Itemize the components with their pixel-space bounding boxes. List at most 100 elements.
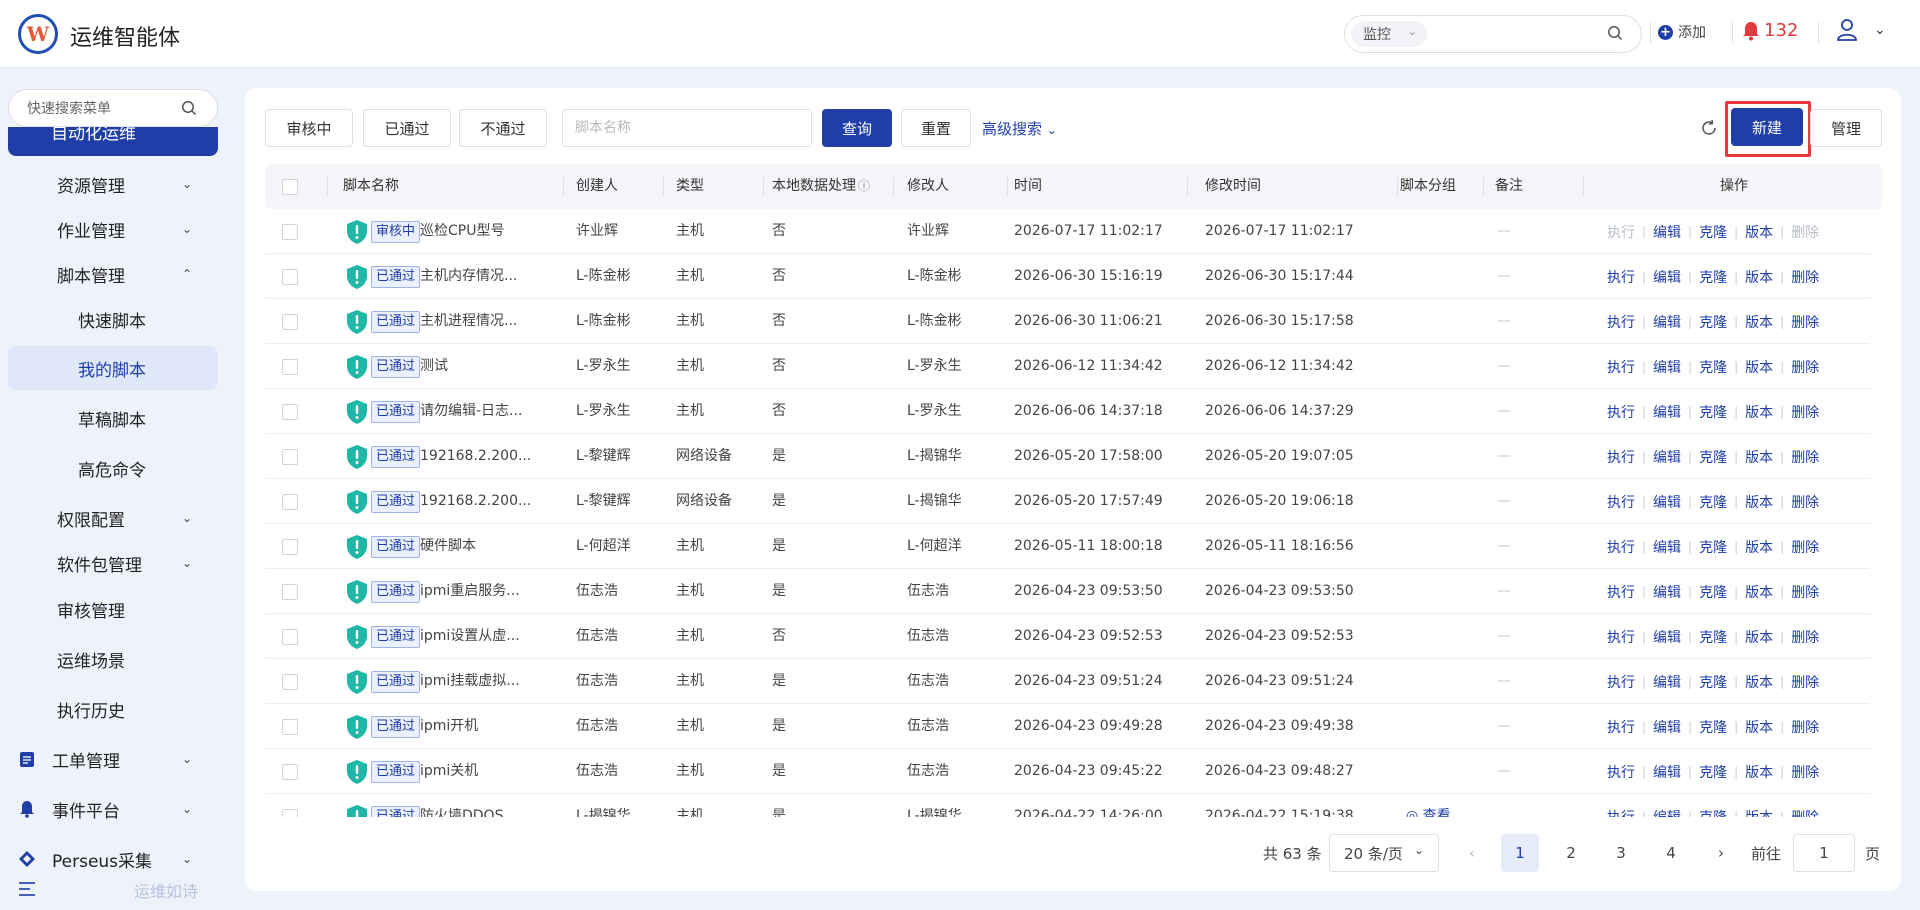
table-row[interactable]: 已通过 主机内存情况... L-陈金彬 主机 否 L-陈金彬 2026-06-30 15:1…	[265, 254, 1870, 299]
script-name[interactable]: ipmi挂载虚拟...	[420, 659, 520, 704]
delete-link[interactable]: 删除	[1791, 627, 1819, 647]
row-checkbox[interactable]	[282, 224, 298, 240]
delete-link[interactable]: 删除	[1791, 267, 1819, 287]
execute-link[interactable]: 执行	[1607, 447, 1635, 467]
delete-link[interactable]: 删除	[1791, 672, 1819, 692]
global-search[interactable]: 监控 ⌄	[1344, 15, 1642, 53]
table-row[interactable]: 已通过 ipmi设置从虚... 伍志浩 主机 否 伍志浩 2026-04-23 09:52:…	[265, 614, 1870, 659]
clone-link[interactable]: 克隆	[1699, 357, 1727, 377]
script-name[interactable]: ipmi开机	[420, 704, 478, 749]
delete-link[interactable]: 删除	[1791, 582, 1819, 602]
sidebar-item-ticket[interactable]: 工单管理 ⌄	[0, 739, 228, 779]
execute-link[interactable]: 执行	[1607, 267, 1635, 287]
sidebar-item-history[interactable]: 执行历史	[0, 689, 228, 729]
version-link[interactable]: 版本	[1745, 672, 1773, 692]
execute-link[interactable]: 执行	[1607, 222, 1635, 242]
alert-button[interactable]: 132	[1742, 20, 1798, 41]
execute-link[interactable]: 执行	[1607, 492, 1635, 512]
edit-link[interactable]: 编辑	[1653, 537, 1681, 557]
table-row[interactable]: 已通过 测试 L-罗永生 主机 否 L-罗永生 2026-06-12 11:34:42 202…	[265, 344, 1870, 389]
filter-tab-approved[interactable]: 已通过	[363, 109, 451, 147]
row-checkbox[interactable]	[282, 494, 298, 510]
table-row[interactable]: 已通过 请勿编辑-日志... L-罗永生 主机 否 L-罗永生 2026-06-06 14:…	[265, 389, 1870, 434]
clone-link[interactable]: 克隆	[1699, 402, 1727, 422]
edit-link[interactable]: 编辑	[1653, 672, 1681, 692]
reset-button[interactable]: 重置	[901, 109, 971, 147]
clone-link[interactable]: 克隆	[1699, 672, 1727, 692]
delete-link[interactable]: 删除	[1791, 447, 1819, 467]
script-group[interactable]: ◎ 查看	[1406, 794, 1451, 817]
delete-link[interactable]: 删除	[1791, 312, 1819, 332]
edit-link[interactable]: 编辑	[1653, 447, 1681, 467]
filter-tab-rejected[interactable]: 不通过	[459, 109, 547, 147]
execute-link[interactable]: 执行	[1607, 627, 1635, 647]
version-link[interactable]: 版本	[1745, 312, 1773, 332]
sidebar-item-draft-script[interactable]: 草稿脚本	[0, 398, 228, 438]
script-name[interactable]: 硬件脚本	[420, 524, 476, 569]
delete-link[interactable]: 删除	[1791, 402, 1819, 422]
add-button[interactable]: + 添加	[1658, 22, 1706, 42]
delete-link[interactable]: 删除	[1791, 807, 1819, 818]
execute-link[interactable]: 执行	[1607, 312, 1635, 332]
clone-link[interactable]: 克隆	[1699, 267, 1727, 287]
select-all-checkbox[interactable]	[282, 179, 298, 195]
execute-link[interactable]: 执行	[1607, 807, 1635, 818]
sidebar-item-script[interactable]: 脚本管理 ⌃	[0, 254, 228, 294]
version-link[interactable]: 版本	[1745, 762, 1773, 782]
refresh-icon[interactable]	[1700, 119, 1718, 137]
page-4[interactable]: 4	[1652, 834, 1690, 872]
clone-link[interactable]: 克隆	[1699, 447, 1727, 467]
menu-search-input[interactable]: 快速搜索菜单	[8, 89, 218, 127]
clone-link[interactable]: 克隆	[1699, 627, 1727, 647]
page-3[interactable]: 3	[1602, 834, 1640, 872]
edit-link[interactable]: 编辑	[1653, 582, 1681, 602]
edit-link[interactable]: 编辑	[1653, 312, 1681, 332]
version-link[interactable]: 版本	[1745, 717, 1773, 737]
version-link[interactable]: 版本	[1745, 447, 1773, 467]
execute-link[interactable]: 执行	[1607, 672, 1635, 692]
advanced-search-link[interactable]: 高级搜索 ⌄	[982, 118, 1057, 139]
version-link[interactable]: 版本	[1745, 222, 1773, 242]
collapse-menu-icon[interactable]	[18, 881, 36, 897]
version-link[interactable]: 版本	[1745, 627, 1773, 647]
table-row[interactable]: 审核中 巡检CPU型号 许业辉 主机 否 许业辉 2026-07-17 11:02:17 20…	[265, 209, 1870, 254]
manage-button[interactable]: 管理	[1810, 109, 1882, 147]
script-name[interactable]: 防火墙DDOS	[420, 794, 503, 817]
version-link[interactable]: 版本	[1745, 807, 1773, 818]
script-name[interactable]: 巡检CPU型号	[420, 209, 504, 254]
version-link[interactable]: 版本	[1745, 492, 1773, 512]
clone-link[interactable]: 克隆	[1699, 222, 1727, 242]
clone-link[interactable]: 克隆	[1699, 537, 1727, 557]
sidebar-item-event[interactable]: 事件平台 ⌄	[0, 789, 228, 829]
edit-link[interactable]: 编辑	[1653, 627, 1681, 647]
row-checkbox[interactable]	[282, 314, 298, 330]
script-name[interactable]: 请勿编辑-日志...	[420, 389, 522, 434]
sidebar-item-permission[interactable]: 权限配置 ⌄	[0, 498, 228, 538]
user-menu[interactable]: ⌄	[1836, 18, 1886, 42]
clone-link[interactable]: 克隆	[1699, 807, 1727, 818]
version-link[interactable]: 版本	[1745, 357, 1773, 377]
script-name[interactable]: ipmi关机	[420, 749, 478, 794]
table-row[interactable]: 已通过 防火墙DDOS L-揭锦华 主机 是 L-揭锦华 2026-04-22 14:26:…	[265, 794, 1870, 817]
row-checkbox[interactable]	[282, 359, 298, 375]
row-checkbox[interactable]	[282, 404, 298, 420]
sidebar-item-resource[interactable]: 资源管理 ⌄	[0, 164, 228, 204]
sidebar-item-review[interactable]: 审核管理	[0, 589, 228, 629]
page-2[interactable]: 2	[1552, 834, 1590, 872]
execute-link[interactable]: 执行	[1607, 357, 1635, 377]
edit-link[interactable]: 编辑	[1653, 222, 1681, 242]
sidebar-item-danger-command[interactable]: 高危命令	[0, 448, 228, 488]
delete-link[interactable]: 删除	[1791, 222, 1819, 242]
clone-link[interactable]: 克隆	[1699, 312, 1727, 332]
delete-link[interactable]: 删除	[1791, 537, 1819, 557]
sidebar-item-perseus[interactable]: Perseus采集 ⌄	[0, 839, 228, 879]
row-checkbox[interactable]	[282, 809, 298, 817]
script-name[interactable]: 192168.2.200...	[420, 479, 531, 524]
table-row[interactable]: 已通过 ipmi关机 伍志浩 主机 是 伍志浩 2026-04-23 09:45:22 202…	[265, 749, 1870, 794]
clone-link[interactable]: 克隆	[1699, 492, 1727, 512]
clone-link[interactable]: 克隆	[1699, 717, 1727, 737]
script-name[interactable]: ipmi设置从虚...	[420, 614, 520, 659]
script-name[interactable]: ipmi重启服务...	[420, 569, 520, 614]
table-row[interactable]: 已通过 192168.2.200... L-黎键辉 网络设备 是 L-揭锦华 2026-05…	[265, 434, 1870, 479]
row-checkbox[interactable]	[282, 584, 298, 600]
